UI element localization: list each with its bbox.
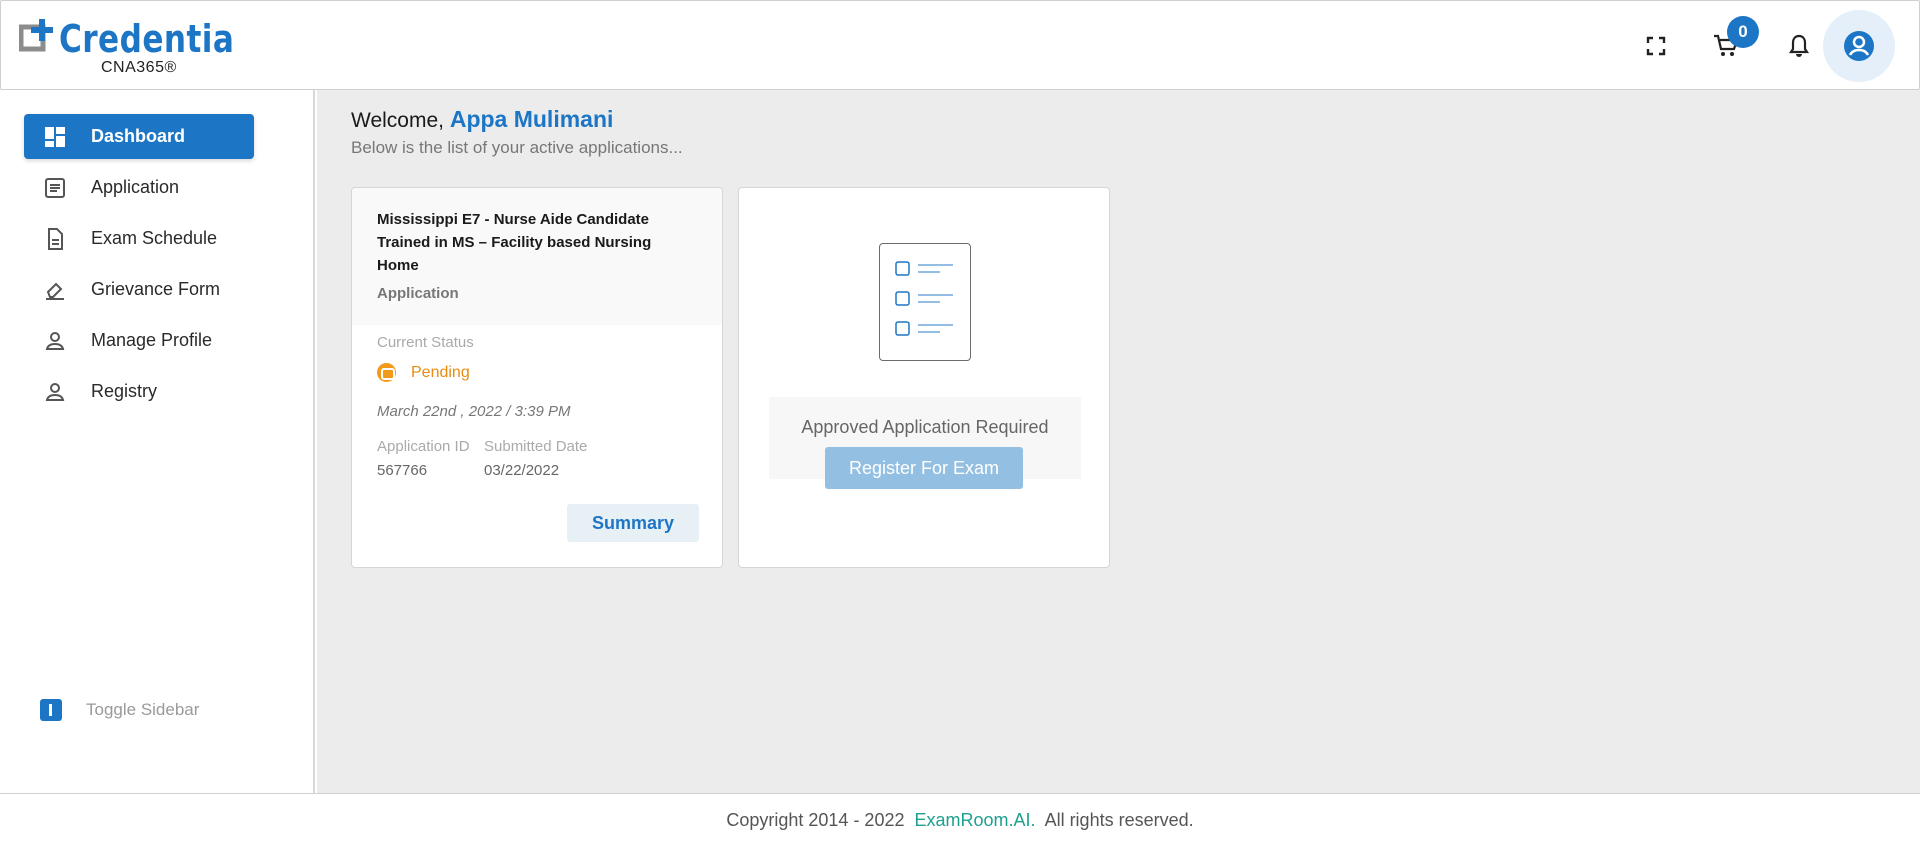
- sidebar: Dashboard Application Exam Schedule Grie…: [0, 90, 315, 793]
- page-subtitle: Below is the list of your active applica…: [351, 138, 683, 157]
- application-date-time: March 22nd , 2022 / 3:39 PM: [377, 403, 571, 420]
- top-header: Credentia CNA365® 0: [0, 0, 1920, 90]
- logo-name: Credentia: [59, 17, 235, 61]
- submitted-date-block: Submitted Date 03/22/2022: [484, 438, 587, 479]
- sidebar-item-application[interactable]: Application: [24, 165, 254, 210]
- person-icon: [43, 329, 67, 353]
- application-id-value: 567766: [377, 462, 428, 479]
- submitted-date-label: Submitted Date: [484, 438, 588, 455]
- sidebar-item-label: Grievance Form: [91, 279, 221, 299]
- checklist-document-icon: [879, 243, 971, 361]
- person-icon: [43, 380, 67, 404]
- sidebar-toggle-icon: [40, 699, 62, 721]
- user-name: Appa Mulimani: [449, 106, 614, 132]
- document-icon: [43, 227, 67, 251]
- cart-count-badge: 0: [1727, 16, 1759, 48]
- summary-button[interactable]: Summary: [567, 504, 699, 542]
- application-id-label: Application ID: [377, 438, 470, 455]
- footer: Copyright 2014 - 2022 ExamRoom.AI. All r…: [0, 793, 1920, 846]
- logo-subtitle: CNA365®: [101, 59, 177, 76]
- application-icon: [43, 176, 67, 200]
- sidebar-item-manage-profile[interactable]: Manage Profile: [24, 318, 254, 363]
- copyright-text: Copyright 2014 - 2022: [726, 810, 905, 830]
- register-exam-card: Approved Application Required Register F…: [738, 187, 1110, 568]
- sidebar-item-label: Manage Profile: [91, 330, 213, 350]
- status-row: Pending: [377, 363, 470, 382]
- dashboard-icon: [43, 125, 67, 149]
- application-type: Application: [377, 285, 459, 302]
- welcome-heading: Welcome, Appa Mulimani: [351, 106, 613, 133]
- application-title: Mississippi E7 - Nurse Aide Candidate Tr…: [377, 211, 652, 274]
- bell-icon[interactable]: [1784, 31, 1814, 61]
- toggle-sidebar-label: Toggle Sidebar: [86, 700, 200, 719]
- credentia-logo[interactable]: Credentia CNA365®: [19, 15, 234, 79]
- toggle-sidebar-button[interactable]: Toggle Sidebar: [40, 699, 199, 721]
- approval-required-text: Approved Application Required: [801, 417, 1049, 437]
- sidebar-item-dashboard[interactable]: Dashboard: [24, 114, 254, 159]
- pending-status-icon: [377, 363, 396, 382]
- footer-brand-link[interactable]: ExamRoom.AI.: [915, 810, 1036, 830]
- status-badge: Pending: [411, 363, 470, 381]
- account-avatar[interactable]: [1823, 10, 1895, 82]
- rights-text: All rights reserved.: [1044, 810, 1194, 830]
- footer-copyright: Copyright 2014 - 2022 ExamRoom.AI. All r…: [0, 810, 1920, 831]
- welcome-prefix: Welcome,: [351, 109, 444, 132]
- eraser-icon: [43, 278, 67, 302]
- sidebar-item-label: Registry: [91, 381, 158, 401]
- sidebar-item-grievance-form[interactable]: Grievance Form: [24, 267, 254, 312]
- sidebar-item-exam-schedule[interactable]: Exam Schedule: [24, 216, 254, 261]
- submitted-date-value: 03/22/2022: [484, 462, 560, 479]
- register-for-exam-button[interactable]: Register For Exam: [825, 447, 1023, 489]
- sidebar-item-label: Dashboard: [91, 126, 186, 146]
- application-id-block: Application ID 567766: [377, 438, 470, 479]
- logo-mark-icon: [19, 19, 53, 52]
- sidebar-item-registry[interactable]: Registry: [24, 369, 254, 414]
- status-label: Current Status: [377, 334, 474, 351]
- sidebar-item-label: Exam Schedule: [91, 228, 218, 248]
- fullscreen-icon[interactable]: [1641, 31, 1671, 61]
- main-content: Welcome, Appa Mulimani Below is the list…: [317, 90, 1920, 793]
- sidebar-item-label: Application: [91, 177, 180, 197]
- account-icon: [1844, 31, 1874, 61]
- application-card: Mississippi E7 - Nurse Aide Candidate Tr…: [351, 187, 723, 568]
